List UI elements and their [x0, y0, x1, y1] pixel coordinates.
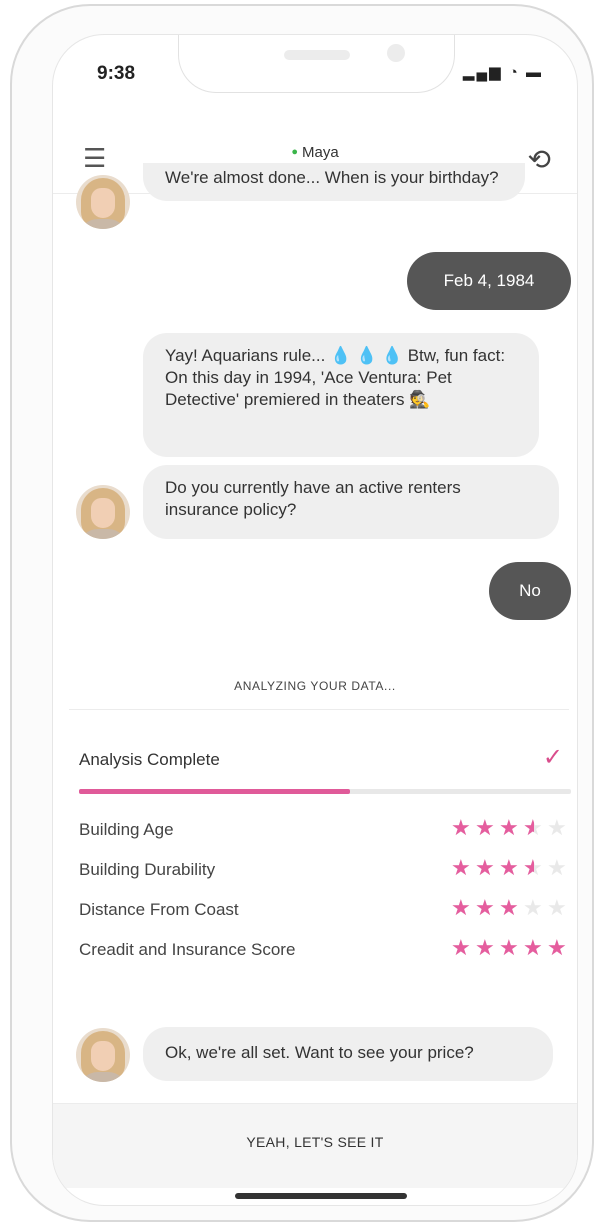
assistant-avatar: [76, 175, 130, 229]
star-icon: ★★: [499, 815, 519, 840]
online-status-icon: ●: [291, 146, 298, 158]
star-icon: ★★: [499, 855, 519, 880]
star-icon: ★★: [475, 895, 495, 920]
rating-label: Creadit and Insurance Score: [79, 940, 296, 959]
phone-frame: 9:38 ▂▄▆ ◔ ▬ ☰ ●Maya Personal Insurance …: [10, 4, 594, 1222]
user-message-birthday: Feb 4, 1984: [407, 252, 571, 310]
star-icon: ★★: [475, 815, 495, 840]
user-message-renters: No: [489, 562, 571, 620]
camera-icon: [387, 44, 405, 62]
rating-label: Building Durability: [79, 860, 216, 879]
star-rating: ★★★★★★★★★★: [451, 937, 571, 965]
restart-icon[interactable]: ⟲: [528, 143, 551, 176]
rating-label: Building Age: [79, 820, 174, 839]
phone-notch: [178, 35, 455, 93]
see-price-button-label: YEAH, LET'S SEE IT: [246, 1134, 384, 1150]
rating-row: Distance From Coast★★★★★★★★★★: [79, 897, 571, 925]
see-price-button[interactable]: YEAH, LET'S SEE IT: [53, 1103, 577, 1188]
star-icon: ★★: [451, 935, 471, 960]
analysis-progress-bar: [79, 789, 571, 794]
star-icon: ★★: [451, 895, 471, 920]
section-divider: [69, 709, 569, 710]
star-icon: ★★: [523, 855, 543, 880]
rating-row: Building Age★★★★★★★★★★: [79, 817, 571, 845]
checkmark-icon: ✓: [542, 744, 563, 771]
star-rating: ★★★★★★★★★★: [451, 897, 571, 925]
analysis-progress-fill: [79, 789, 350, 794]
star-icon: ★★: [523, 895, 543, 920]
star-icon: ★★: [499, 935, 519, 960]
rating-row: Building Durability★★★★★★★★★★: [79, 857, 571, 885]
star-rating: ★★★★★★★★★★: [451, 857, 571, 885]
star-icon: ★★: [547, 855, 567, 880]
analyzing-heading: ANALYZING YOUR DATA...: [234, 679, 396, 693]
star-icon: ★★: [547, 815, 567, 840]
star-icon: ★★: [451, 815, 471, 840]
signal-wifi-battery-icon: ▂▄▆ ◔ ▬: [462, 64, 543, 81]
app-screen: 9:38 ▂▄▆ ◔ ▬ ☰ ●Maya Personal Insurance …: [52, 34, 578, 1206]
assistant-avatar: [76, 1028, 130, 1082]
star-icon: ★★: [547, 935, 567, 960]
star-icon: ★★: [547, 895, 567, 920]
bot-message-fun-fact: Yay! Aquarians rule... 💧 💧 💧 Btw, fun fa…: [143, 333, 539, 457]
star-icon: ★★: [475, 855, 495, 880]
home-indicator[interactable]: [235, 1193, 407, 1199]
status-time: 9:38: [97, 63, 136, 84]
assistant-avatar: [76, 485, 130, 539]
bot-message-renters: Do you currently have an active renters …: [143, 465, 559, 539]
star-icon: ★★: [499, 895, 519, 920]
assistant-name: ● Maya: [53, 144, 577, 161]
star-icon: ★★: [523, 815, 543, 840]
assistant-name-text: Maya: [301, 144, 339, 161]
rating-label: Distance From Coast: [79, 900, 239, 919]
speaker-grille: [284, 50, 350, 60]
star-icon: ★★: [451, 855, 471, 880]
star-rating: ★★★★★★★★★★: [451, 817, 571, 845]
bot-message-birthday: We're almost done... When is your birthd…: [143, 163, 525, 201]
star-icon: ★★: [523, 935, 543, 960]
analysis-complete-label: Analysis Complete: [79, 750, 220, 769]
rating-row: Creadit and Insurance Score ★ ★ ★ ★ ★ ★ ★ ★ ★ ★: [79, 937, 571, 965]
bot-message-price: Ok, we're all set. Want to see your pric…: [143, 1027, 553, 1081]
star-icon: ★★: [475, 935, 495, 960]
